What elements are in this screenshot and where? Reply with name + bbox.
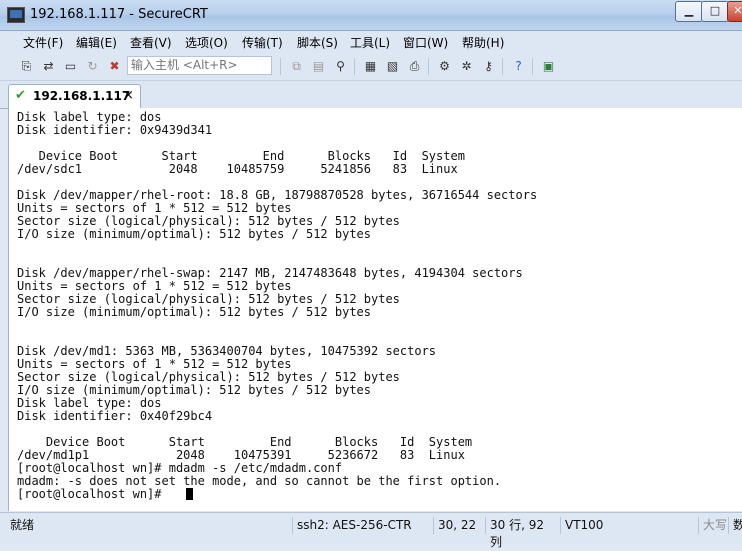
menu-edit[interactable]: 编辑(E) <box>76 34 117 51</box>
terminal-line: I/O size (minimum/optimal): 512 bytes / … <box>17 227 372 241</box>
terminal-cursor <box>186 488 193 500</box>
menu-file[interactable]: 文件(F) <box>23 34 63 51</box>
terminal-line: Disk identifier: 0x9439d341 <box>17 123 213 137</box>
toolbar: ⎘ ⇄ ▭ ↻ ✖ ⧉ ▤ ⚲ ▦ ▧ ⎙ ⚙ ✲ ⚷ ? ▣ <box>0 53 742 81</box>
key-icon[interactable]: ⚷ <box>480 58 497 75</box>
terminal-line: [root@localhost wn]# <box>17 487 169 501</box>
menu-help[interactable]: 帮助(H) <box>462 34 504 51</box>
securecrt-app-icon[interactable] <box>7 7 25 23</box>
session-tab-strip: ✔ 192.168.1.117 × <box>0 81 742 109</box>
copy-icon[interactable]: ⧉ <box>288 58 305 75</box>
status-protocol: ssh2: AES-256-CTR <box>292 517 427 534</box>
menu-bar: 文件(F) 编辑(E) 查看(V) 选项(O) 传输(T) 脚本(S) 工具(L… <box>0 31 742 53</box>
menu-view[interactable]: 查看(V) <box>130 34 172 51</box>
connect-in-tab-icon[interactable]: ▭ <box>62 58 79 75</box>
print-setup-icon[interactable]: ▦ <box>362 58 379 75</box>
sftp-icon[interactable]: ▣ <box>540 58 557 75</box>
global-options-icon[interactable]: ✲ <box>458 58 475 75</box>
session-tab[interactable]: ✔ 192.168.1.117 × <box>8 84 141 108</box>
session-tab-label: 192.168.1.117 <box>33 89 131 103</box>
status-bar: 就绪 ssh2: AES-256-CTR 30, 22 30 行, 92 列 V… <box>0 512 742 549</box>
toolbar-separator <box>354 58 355 75</box>
status-terminal-type: VT100 <box>560 517 695 534</box>
minimize-button[interactable]: ▁ <box>675 1 703 22</box>
window-title: 192.168.1.117 - SecureCRT <box>30 7 208 22</box>
tab-close-icon[interactable]: × <box>123 88 134 103</box>
find-icon[interactable]: ⚲ <box>332 58 349 75</box>
terminal-line: Disk identifier: 0x40f29bc4 <box>17 409 213 423</box>
quick-connect-icon[interactable]: ⇄ <box>40 58 57 75</box>
status-caps-lock: 大写 <box>698 517 729 534</box>
menu-options[interactable]: 选项(O) <box>185 34 228 51</box>
terminal-line: /dev/sdc1 2048 10485759 5241856 83 Linux <box>17 162 458 176</box>
maximize-button[interactable]: □ <box>701 1 729 22</box>
menu-tools[interactable]: 工具(L) <box>350 34 390 51</box>
toolbar-separator <box>428 58 429 75</box>
quick-connect-host-input[interactable] <box>127 56 272 75</box>
help-icon[interactable]: ? <box>510 58 527 75</box>
toolbar-separator <box>502 58 503 75</box>
connected-check-icon: ✔ <box>15 88 26 103</box>
menu-window[interactable]: 窗口(W) <box>403 34 448 51</box>
terminal-screen[interactable]: Disk label type: dos Disk identifier: 0x9… <box>8 108 742 511</box>
title-bar: 192.168.1.117 - SecureCRT ▁ □ ✕ <box>0 0 742 31</box>
connect-icon[interactable]: ⎘ <box>18 58 35 75</box>
status-ready: 就绪 <box>10 518 35 532</box>
menu-transfer[interactable]: 传输(T) <box>242 34 283 51</box>
status-cursor-position: 30, 22 <box>433 517 484 534</box>
status-screen-size: 30 行, 92 列 <box>485 517 556 549</box>
print-selection-icon[interactable]: ▧ <box>384 58 401 75</box>
print-icon[interactable]: ⎙ <box>406 58 423 75</box>
toolbar-separator <box>280 58 281 75</box>
menu-script[interactable]: 脚本(S) <box>297 34 338 51</box>
close-window-button[interactable]: ✕ <box>727 1 742 22</box>
toolbar-separator <box>532 58 533 75</box>
terminal-line: I/O size (minimum/optimal): 512 bytes / … <box>17 305 372 319</box>
reconnect-icon[interactable]: ↻ <box>84 58 101 75</box>
session-options-icon[interactable]: ⚙ <box>436 58 453 75</box>
disconnect-icon[interactable]: ✖ <box>106 58 123 75</box>
status-num-lock: 数 <box>728 517 742 534</box>
paste-icon[interactable]: ▤ <box>310 58 327 75</box>
